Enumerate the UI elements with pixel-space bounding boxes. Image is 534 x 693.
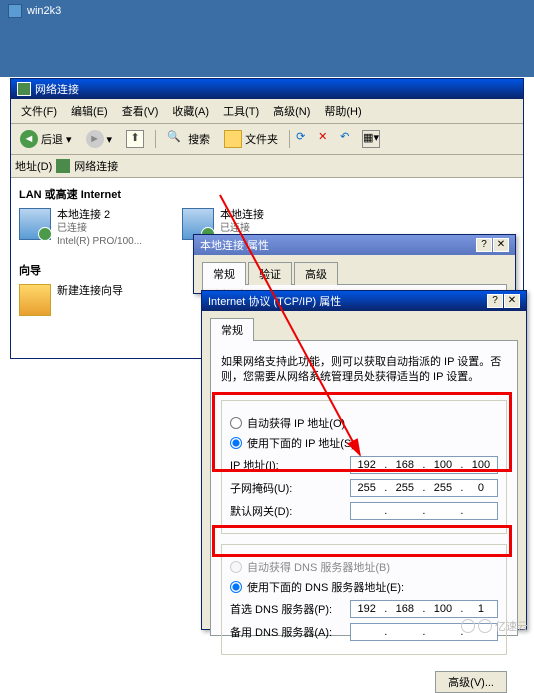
lan-section-header: LAN 或高速 Internet	[19, 186, 515, 202]
ip-dialog-titlebar[interactable]: Internet 协议 (TCP/IP) 属性 ?✕	[202, 291, 526, 311]
connection-item-1[interactable]: 本地连接 2 已连接 Intel(R) PRO/100...	[19, 208, 142, 248]
tab-general[interactable]: 常规	[210, 318, 254, 341]
desktop-bg	[0, 22, 534, 77]
menu-help[interactable]: 帮助(H)	[318, 101, 367, 121]
menu-tools[interactable]: 工具(T)	[217, 101, 265, 121]
watermark-icon	[461, 619, 475, 633]
window-titlebar[interactable]: 网络连接	[11, 79, 523, 99]
tab-auth[interactable]: 验证	[248, 262, 292, 285]
connection-icon	[19, 208, 51, 240]
advanced-button[interactable]: 高级(V)...	[435, 671, 507, 693]
tab-advanced[interactable]: 高级	[294, 262, 338, 285]
addr-icon	[56, 159, 70, 173]
gateway-input[interactable]: ...	[350, 502, 498, 520]
menu-file[interactable]: 文件(F)	[15, 101, 63, 121]
highlight-box-dns	[212, 525, 512, 557]
window-title: 网络连接	[35, 81, 79, 97]
dns1-input[interactable]: 192.168.100.1	[350, 600, 498, 618]
close-button[interactable]: ✕	[504, 294, 520, 308]
back-button[interactable]: ◄后退▾	[15, 127, 77, 151]
netconn-icon	[17, 82, 31, 96]
watermark-icon	[478, 619, 492, 633]
help-button[interactable]: ?	[487, 294, 503, 308]
search-icon: 🔍	[167, 130, 185, 148]
views-icon[interactable]: ▦▾	[362, 130, 380, 148]
vm-title-text: win2k3	[27, 5, 61, 17]
delete-icon[interactable]: ✕	[318, 130, 336, 148]
search-button[interactable]: 🔍搜索	[162, 127, 215, 151]
new-connection-wizard[interactable]: 新建连接向导	[19, 284, 123, 316]
back-icon: ◄	[20, 130, 38, 148]
help-button[interactable]: ?	[476, 238, 492, 252]
address-bar: 地址(D) 网络连接	[11, 155, 523, 178]
vm-titlebar: win2k3	[0, 0, 534, 22]
folder-icon	[224, 130, 242, 148]
menu-fav[interactable]: 收藏(A)	[166, 101, 215, 121]
subnet-mask-input[interactable]: 255.255.255.0	[350, 479, 498, 497]
tab-general[interactable]: 常规	[202, 262, 246, 285]
radio-auto-dns: 自动获得 DNS 服务器地址(B)	[230, 559, 498, 575]
address-value[interactable]: 网络连接	[74, 158, 118, 174]
menu-edit[interactable]: 编辑(E)	[65, 101, 114, 121]
history-icon[interactable]: ⟳	[296, 130, 314, 148]
description-text: 如果网络支持此功能，则可以获取自动指派的 IP 设置。否则，您需要从网络系统管理…	[221, 355, 507, 386]
prop-dialog-titlebar[interactable]: 本地连接 属性 ?✕	[194, 235, 515, 255]
address-label: 地址(D)	[15, 158, 52, 174]
close-button[interactable]: ✕	[493, 238, 509, 252]
highlight-box-ip	[212, 392, 512, 472]
up-button[interactable]: ⬆	[121, 127, 149, 151]
watermark: 亿速云	[461, 618, 528, 634]
forward-button: ►▾	[81, 127, 118, 151]
wizard-icon	[19, 284, 51, 316]
menubar: 文件(F) 编辑(E) 查看(V) 收藏(A) 工具(T) 高级(N) 帮助(H…	[11, 99, 523, 124]
undo-icon[interactable]: ↶	[340, 130, 358, 148]
folders-button[interactable]: 文件夹	[219, 127, 283, 151]
up-icon: ⬆	[126, 130, 144, 148]
radio-use-dns[interactable]: 使用下面的 DNS 服务器地址(E):	[230, 579, 498, 595]
menu-view[interactable]: 查看(V)	[116, 101, 165, 121]
forward-icon: ►	[86, 130, 104, 148]
menu-adv[interactable]: 高级(N)	[267, 101, 316, 121]
toolbar: ◄后退▾ ►▾ ⬆ 🔍搜索 文件夹 ⟳ ✕ ↶ ▦▾	[11, 124, 523, 155]
dns-group: 自动获得 DNS 服务器地址(B) 使用下面的 DNS 服务器地址(E): 首选…	[221, 544, 507, 655]
connection-properties-dialog: 本地连接 属性 ?✕ 常规 验证 高级 连接时使用	[193, 234, 516, 294]
vm-icon	[8, 4, 22, 18]
